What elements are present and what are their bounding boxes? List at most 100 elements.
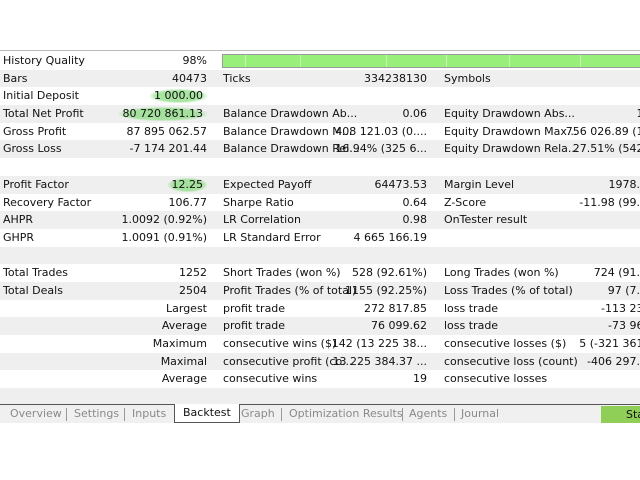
tab-settings[interactable]: Settings	[74, 406, 119, 422]
stat-value: Average	[161, 372, 207, 386]
stat-label: consecutive losses	[444, 372, 548, 386]
stat-value: 19	[413, 372, 427, 386]
table-row: Recovery Factor 106.77 Sharpe Ratio 0.64 Z-S…	[0, 194, 640, 212]
tab-overview[interactable]: Overview	[10, 406, 62, 422]
stat-label: Bars	[3, 71, 28, 85]
stat-label: LR Correlation	[223, 213, 301, 227]
stat-value: 142 (13 225 38...	[331, 337, 427, 350]
stat-value: Largest	[166, 301, 207, 315]
stat-value: 272 817.85	[364, 301, 427, 315]
stat-label: Equity Drawdown Max...	[444, 124, 578, 138]
stat-value: 2504	[179, 283, 207, 297]
stat-label: History Quality	[3, 54, 85, 67]
tab-separator	[402, 408, 403, 421]
tab-separator	[281, 408, 282, 421]
stat-value: 97 (7.75	[607, 283, 640, 297]
tab-optimization-results[interactable]: Optimization Results	[289, 406, 403, 422]
stat-label: Recovery Factor	[3, 195, 92, 209]
table-row	[0, 246, 640, 265]
stat-label: Z-Score	[444, 195, 487, 209]
stat-label: Ticks	[223, 71, 251, 85]
start-button[interactable]: Sta	[601, 406, 640, 423]
stat-label: Total Trades	[3, 266, 69, 280]
stat-label: Equity Drawdown Rela...	[444, 142, 579, 156]
stat-label: profit trade	[223, 319, 286, 333]
table-row: Maximal consecutive profit (co... 13 225 3…	[0, 352, 640, 371]
stat-value: 528 (92.61%)	[351, 266, 427, 280]
bar-segment	[580, 55, 581, 67]
stat-value: 13 225 384.37 ...	[332, 354, 427, 368]
table-row: History Quality 98%	[0, 52, 640, 70]
stat-value: 1.0092 (0.92%)	[121, 213, 207, 227]
bar-segment	[509, 55, 510, 67]
stat-label: Profit Trades (% of total)	[223, 283, 357, 297]
table-row: Average profit trade 76 099.62 loss trade -7…	[0, 317, 640, 335]
stat-value: 1978.59	[608, 177, 640, 191]
stat-label: Sharpe Ratio	[223, 195, 294, 209]
stat-label: consecutive loss (count)	[444, 354, 578, 368]
top-divider	[0, 50, 640, 51]
stat-label: loss trade	[444, 301, 499, 315]
stat-label: Balance Drawdown M...	[223, 124, 353, 138]
stat-value: 1252	[179, 266, 207, 280]
table-row: Profit Factor 12.25 Expected Payoff 64473.5…	[0, 175, 640, 194]
stat-label: Loss Trades (% of total)	[444, 283, 573, 297]
stat-value: Maximal	[160, 354, 207, 368]
stat-value: 0.06	[402, 107, 428, 121]
stat-value: 1 000.00	[150, 89, 207, 104]
table-row: Total Trades 1252 Short Trades (won %) 528 …	[0, 264, 640, 282]
stat-value: 64473.53	[374, 177, 428, 191]
stat-value: 87 895 062.57	[126, 124, 207, 138]
stat-value: 1155 (92.25%)	[344, 283, 427, 297]
stat-label: loss trade	[444, 319, 499, 333]
stat-value: -113 231.	[601, 301, 640, 315]
table-row	[0, 158, 640, 176]
stat-value: 16.94% (325 6...	[335, 142, 427, 156]
stat-label: profit trade	[223, 301, 286, 315]
stat-label: Equity Drawdown Abs...	[444, 107, 575, 121]
table-row: Total Deals 2504 Profit Trades (% of total…	[0, 281, 640, 300]
tab-agents[interactable]: Agents	[409, 406, 447, 422]
stat-value: 106.77	[168, 195, 208, 209]
stat-label: OnTester result	[444, 213, 528, 227]
stat-label: Total Deals	[3, 283, 63, 297]
stat-value: 76 099.62	[371, 319, 427, 333]
stat-value: 27.51% (542 2	[572, 142, 640, 156]
stat-label: AHPR	[3, 213, 34, 227]
stat-label: Initial Deposit	[3, 89, 79, 103]
stat-label: Short Trades (won %)	[223, 266, 341, 280]
tab-graph[interactable]: Graph	[241, 406, 275, 422]
history-quality-bar	[222, 54, 640, 68]
stat-label: Expected Payoff	[223, 177, 312, 191]
stat-label: Margin Level	[444, 177, 515, 191]
stat-value: Maximum	[152, 337, 207, 350]
tab-separator	[454, 408, 455, 421]
stat-label: LR Standard Error	[223, 230, 321, 244]
stat-value: 80 720 861.13	[118, 107, 207, 122]
stat-value: 0.98	[402, 213, 428, 227]
backtest-results-table: History Quality 98% Bars 40473 Ticks 33423813…	[0, 52, 640, 406]
table-row: Initial Deposit 1 000.00	[0, 87, 640, 105]
table-row: Total Net Profit 80 720 861.13 Balance Dra…	[0, 105, 640, 123]
tab-backtest[interactable]: Backtest	[174, 404, 240, 423]
stat-label: consecutive losses ($)	[444, 337, 567, 350]
bar-segment	[446, 55, 447, 67]
stat-label: consecutive wins ($)	[223, 337, 337, 350]
stat-label: Gross Loss	[3, 142, 62, 156]
table-row: GHPR 1.0091 (0.91%) LR Standard Error 4 665…	[0, 229, 640, 247]
stat-label: Total Net Profit	[3, 107, 84, 121]
table-row: Average consecutive wins 19 consecutive los…	[0, 370, 640, 388]
tab-journal[interactable]: Journal	[461, 406, 499, 422]
stat-value: -406 297.56	[587, 354, 640, 368]
table-row: Gross Profit 87 895 062.57 Balance Drawdow…	[0, 123, 640, 141]
stat-value: 408 121.03 (0....	[335, 124, 427, 138]
tab-inputs[interactable]: Inputs	[132, 406, 166, 422]
stat-value: 4 665 166.19	[353, 230, 427, 244]
table-row: Largest profit trade 272 817.85 loss trade -…	[0, 300, 640, 318]
stat-value: Average	[161, 319, 207, 333]
stat-value: -73 960.	[608, 319, 640, 333]
stat-value: 12.25	[167, 177, 207, 192]
stat-label: Profit Factor	[3, 177, 69, 191]
table-row: Maximum consecutive wins ($) 142 (13 225 3…	[0, 335, 640, 353]
bar-segment	[300, 55, 301, 67]
